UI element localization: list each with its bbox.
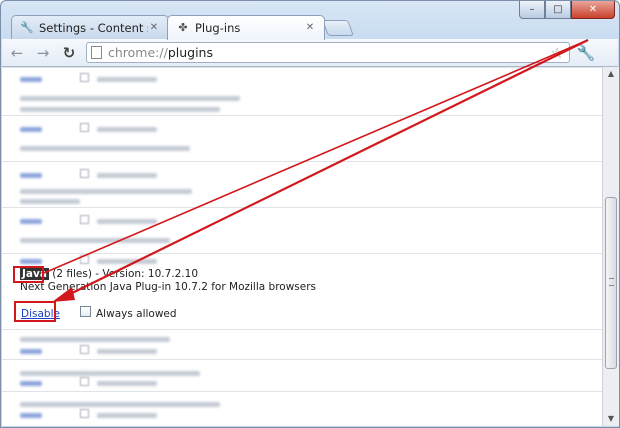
plugin-description: Next Generation Java Plug-in 10.7.2 for … — [20, 281, 317, 293]
blurred-checkbox — [80, 345, 89, 354]
tab-plugins[interactable]: ✤ Plug-ins ✕ — [167, 15, 325, 40]
blurred-link — [20, 381, 42, 386]
blurred-checkbox — [80, 73, 89, 82]
reload-icon[interactable]: ↻ — [58, 42, 80, 64]
always-allowed-label: Always allowed — [96, 308, 177, 320]
forward-arrow-icon[interactable]: → — [32, 42, 54, 64]
plugin-divider — [2, 359, 602, 360]
blurred-text — [20, 189, 192, 194]
blurred-checkbox — [80, 255, 89, 264]
blurred-text — [20, 402, 220, 407]
close-window-button[interactable]: ✕ — [571, 1, 615, 19]
java-plugin-entry: Java (2 files) - Version: 10.7.2.10 Next… — [20, 268, 316, 294]
blurred-text — [97, 349, 157, 354]
maximize-button[interactable]: □ — [545, 1, 571, 19]
blurred-text — [97, 173, 157, 178]
plugin-divider — [2, 391, 602, 392]
browser-toolbar: ← → ↻ chrome:// plugins ☆ 🔧 — [2, 39, 618, 67]
minimize-button[interactable]: – — [519, 1, 545, 19]
tab-title: Settings - Content settings — [39, 20, 148, 35]
blurred-text — [97, 219, 157, 224]
tab-strip: 🔧 Settings - Content settings ✕ ✤ Plug-i… — [1, 1, 620, 40]
url-scheme: chrome:// — [108, 45, 168, 60]
java-highlight-box — [13, 266, 44, 283]
new-tab-button[interactable] — [322, 20, 354, 36]
blurred-checkbox — [80, 169, 89, 178]
plugin-divider — [2, 207, 602, 208]
scroll-up-arrow-icon[interactable]: ▲ — [603, 67, 619, 81]
address-bar[interactable]: chrome:// plugins ☆ — [86, 42, 570, 63]
blurred-text — [20, 146, 190, 151]
disable-highlight-box — [14, 301, 56, 322]
blurred-text — [97, 259, 157, 264]
blurred-checkbox — [80, 409, 89, 418]
plugin-divider — [2, 253, 602, 254]
plugin-divider — [2, 161, 602, 162]
blurred-checkbox — [80, 215, 89, 224]
plugin-version: (2 files) - Version: 10.7.2.10 — [48, 268, 198, 280]
blurred-link — [20, 219, 42, 224]
blurred-text — [20, 199, 80, 204]
blurred-text — [20, 96, 240, 101]
scroll-grip-icon — [609, 278, 614, 286]
blurred-text — [20, 371, 200, 376]
back-arrow-icon[interactable]: ← — [6, 42, 28, 64]
blurred-link — [20, 259, 42, 264]
browser-window: 🔧 Settings - Content settings ✕ ✤ Plug-i… — [0, 0, 620, 428]
vertical-scrollbar[interactable]: ▲ ▼ — [602, 67, 619, 426]
puzzle-icon: ✤ — [178, 21, 188, 34]
scrollbar-thumb[interactable] — [605, 197, 617, 369]
scroll-down-arrow-icon[interactable]: ▼ — [603, 412, 619, 426]
always-allowed-checkbox[interactable] — [80, 306, 91, 317]
blurred-text — [20, 107, 220, 112]
blurred-text — [97, 413, 157, 418]
blurred-link — [20, 413, 42, 418]
plugin-divider — [2, 67, 602, 68]
blurred-text — [20, 337, 170, 342]
java-plugin-title: Java (2 files) - Version: 10.7.2.10 — [20, 268, 316, 281]
tab-content-settings[interactable]: 🔧 Settings - Content settings ✕ — [11, 15, 169, 39]
plugin-divider — [2, 329, 602, 330]
blurred-text — [97, 77, 157, 82]
url-host: plugins — [167, 45, 213, 60]
close-icon[interactable]: ✕ — [304, 22, 316, 34]
blurred-text — [97, 381, 157, 386]
blurred-text — [97, 127, 157, 132]
page-icon — [91, 46, 102, 59]
blurred-checkbox — [80, 377, 89, 386]
page-content: Java (2 files) - Version: 10.7.2.10 Next… — [2, 67, 602, 426]
close-icon[interactable]: ✕ — [148, 22, 160, 34]
blurred-link — [20, 77, 42, 82]
wrench-menu-icon[interactable]: 🔧 — [574, 42, 598, 64]
plugin-divider — [2, 115, 602, 116]
star-icon[interactable]: ☆ — [551, 44, 564, 62]
blurred-text — [20, 238, 170, 243]
wrench-icon: 🔧 — [20, 20, 34, 34]
blurred-checkbox — [80, 123, 89, 132]
blurred-link — [20, 173, 42, 178]
blurred-link — [20, 127, 42, 132]
window-controls: – □ ✕ — [519, 1, 615, 19]
blurred-link — [20, 349, 42, 354]
tab-title: Plug-ins — [195, 21, 241, 35]
